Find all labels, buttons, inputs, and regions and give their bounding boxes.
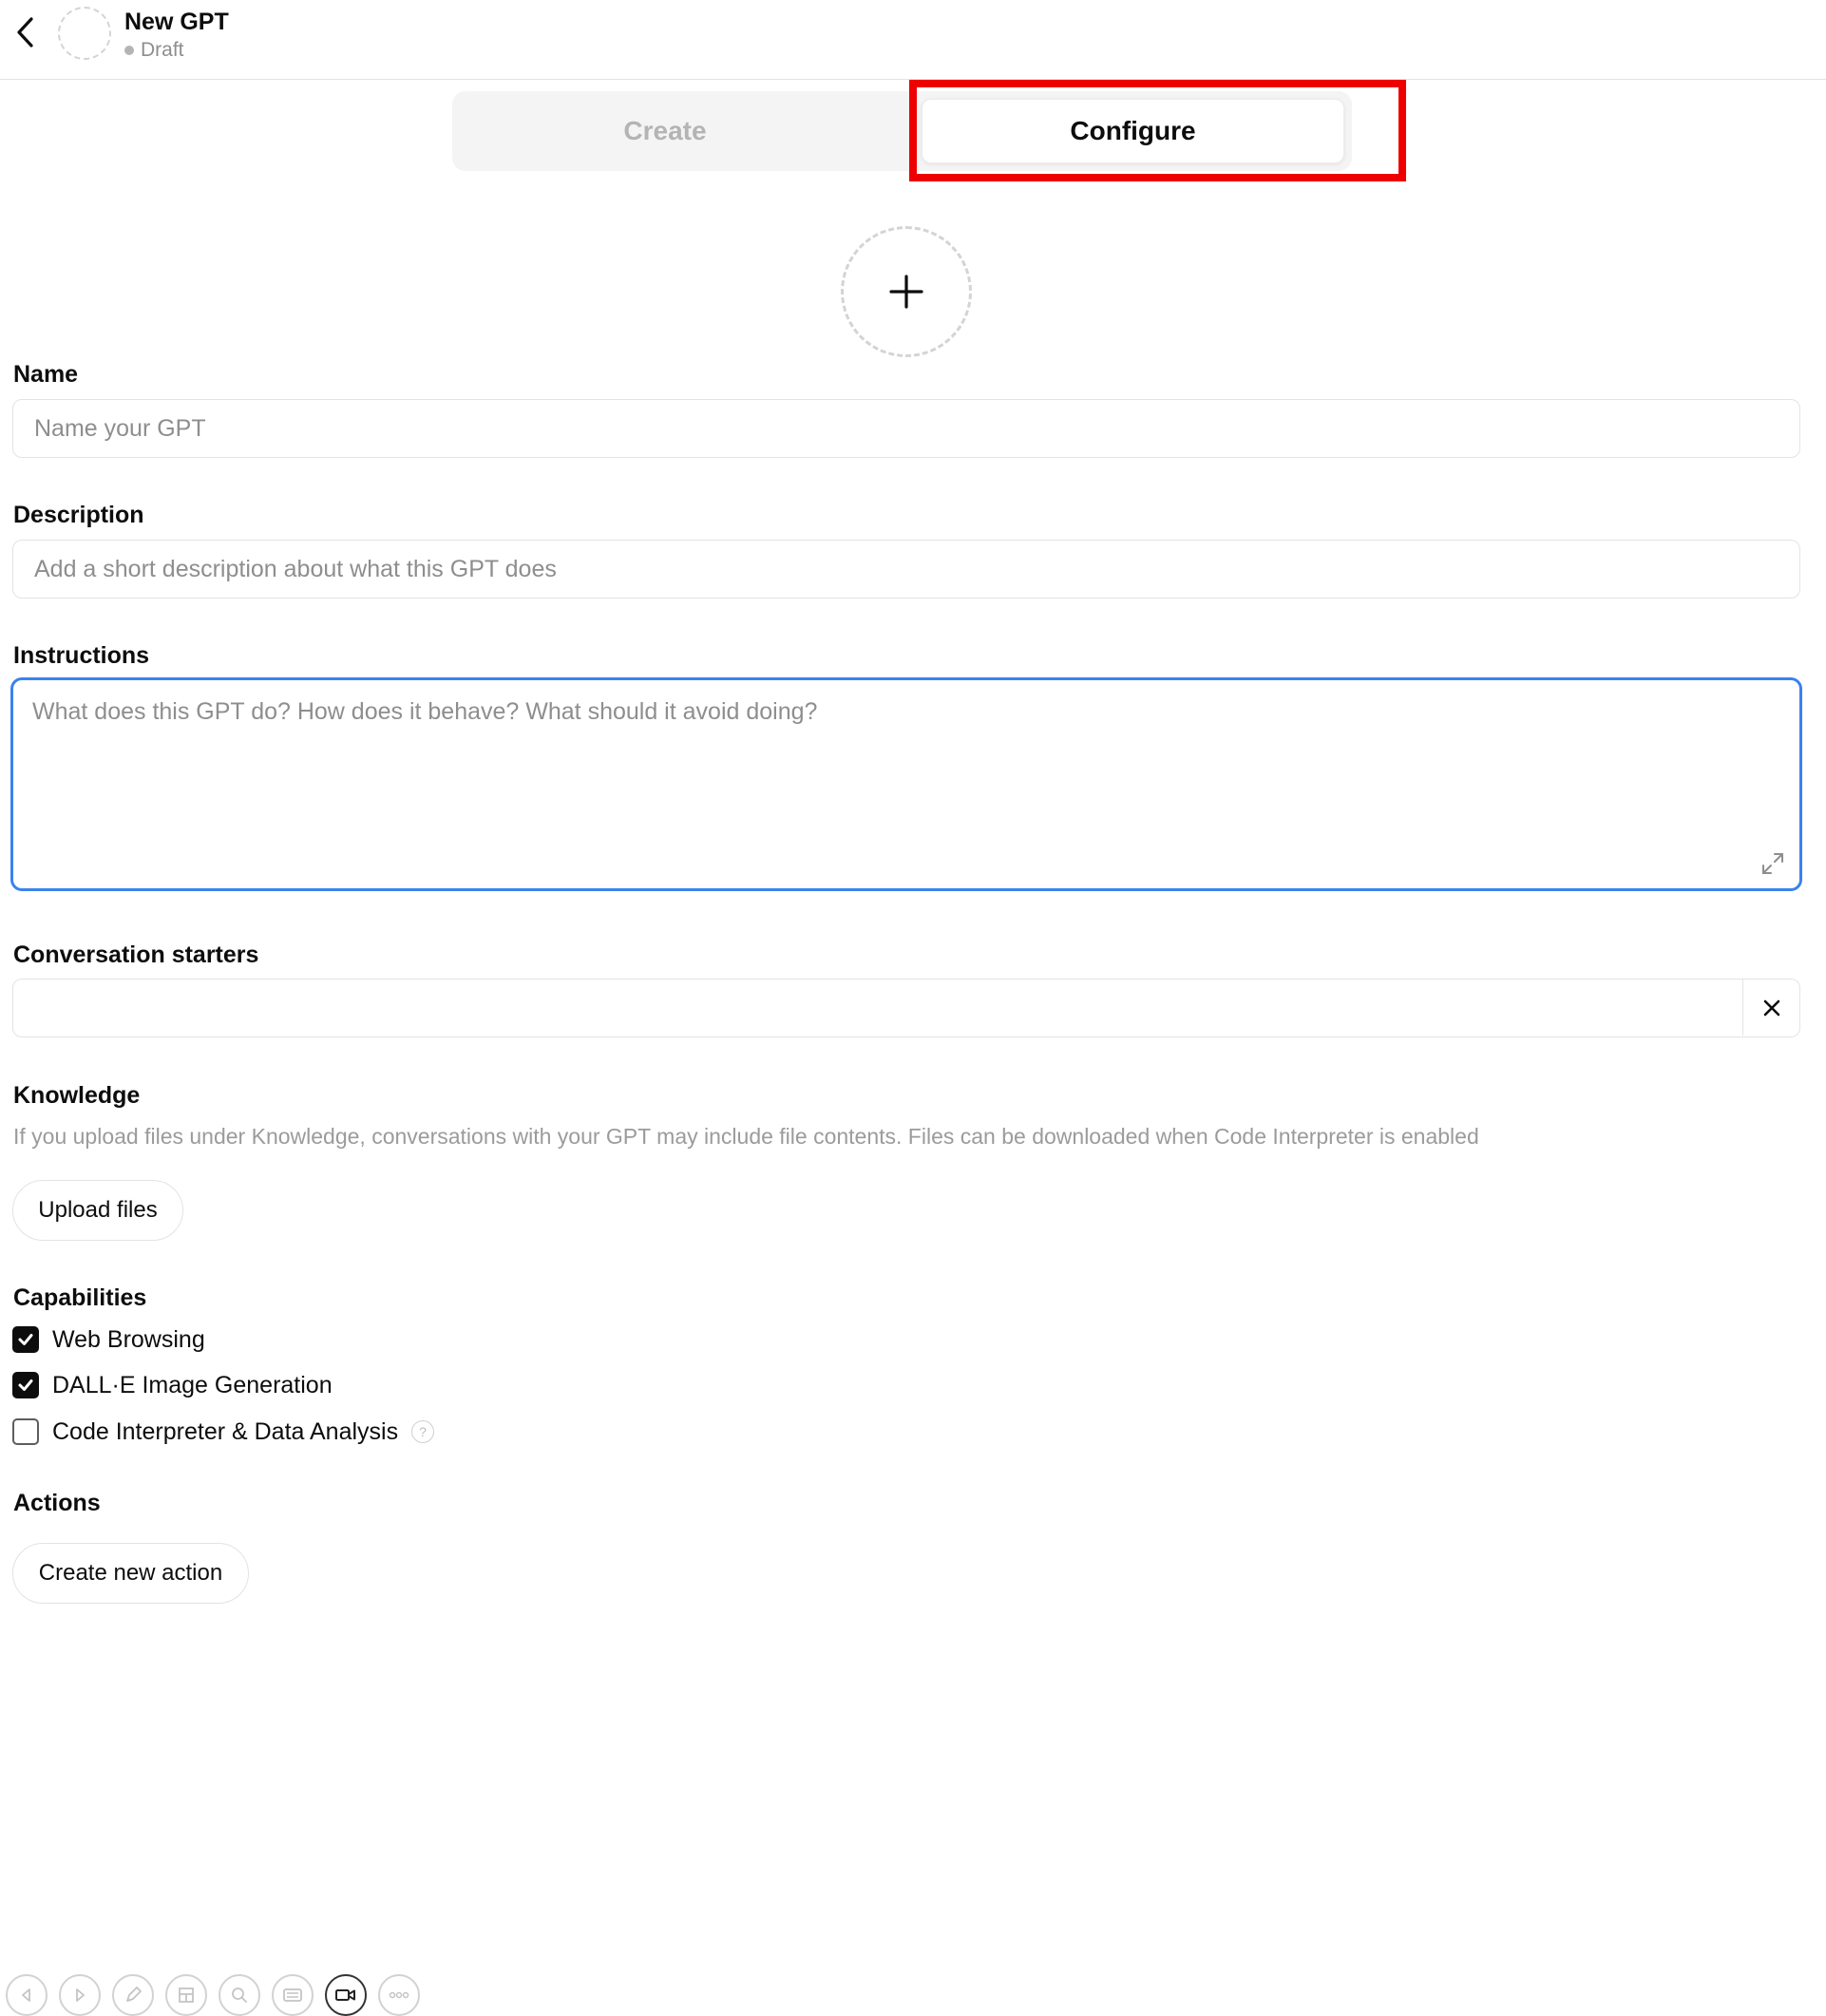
knowledge-label: Knowledge bbox=[13, 1082, 141, 1109]
keyboard-icon[interactable] bbox=[272, 1974, 314, 2016]
code-interpreter-checkbox[interactable] bbox=[12, 1418, 39, 1445]
capabilities-label: Capabilities bbox=[13, 1284, 147, 1311]
back-icon[interactable] bbox=[6, 1974, 48, 2016]
pen-icon[interactable] bbox=[112, 1974, 154, 2016]
tab-configure[interactable]: Configure bbox=[922, 99, 1344, 163]
layout-icon[interactable] bbox=[165, 1974, 207, 2016]
conversation-starter-row bbox=[12, 979, 1800, 1037]
instructions-label: Instructions bbox=[13, 642, 150, 669]
search-icon[interactable] bbox=[219, 1974, 260, 2016]
plus-icon bbox=[889, 275, 923, 309]
status-dot-icon bbox=[124, 46, 134, 55]
actions-label: Actions bbox=[13, 1490, 101, 1516]
forward-icon[interactable] bbox=[59, 1974, 101, 2016]
conversation-starters-label: Conversation starters bbox=[13, 941, 259, 968]
capability-dalle: DALL·E Image Generation bbox=[12, 1369, 333, 1401]
dalle-label: DALL·E Image Generation bbox=[52, 1371, 333, 1398]
gpt-title: New GPT bbox=[124, 9, 229, 35]
capability-web-browsing: Web Browsing bbox=[12, 1323, 205, 1356]
name-label: Name bbox=[13, 361, 79, 388]
capability-code-interpreter: Code Interpreter & Data Analysis ? bbox=[12, 1416, 435, 1448]
mode-tabs: Create Configure bbox=[452, 91, 1352, 171]
description-input[interactable] bbox=[12, 540, 1800, 599]
web-browsing-label: Web Browsing bbox=[52, 1325, 205, 1353]
check-icon bbox=[18, 1379, 33, 1391]
question-mark-icon[interactable]: ? bbox=[411, 1420, 435, 1443]
web-browsing-checkbox[interactable] bbox=[12, 1326, 39, 1353]
description-label: Description bbox=[13, 502, 144, 528]
gpt-avatar bbox=[58, 7, 111, 60]
dalle-checkbox[interactable] bbox=[12, 1372, 39, 1398]
status-label: Draft bbox=[141, 39, 184, 61]
code-interpreter-label: Code Interpreter & Data Analysis bbox=[52, 1417, 399, 1445]
name-input[interactable] bbox=[12, 399, 1800, 458]
instructions-textarea[interactable] bbox=[10, 677, 1802, 891]
back-button[interactable] bbox=[11, 13, 40, 51]
conversation-starter-input[interactable] bbox=[13, 979, 1742, 1036]
check-icon bbox=[18, 1334, 33, 1345]
chevron-left-icon bbox=[17, 17, 33, 48]
knowledge-help-text: If you upload files under Knowledge, con… bbox=[13, 1124, 1479, 1149]
create-new-action-button[interactable]: Create new action bbox=[12, 1543, 249, 1604]
header: New GPT Draft bbox=[0, 0, 1826, 80]
close-icon bbox=[1763, 999, 1779, 1016]
avatar-upload-button[interactable] bbox=[841, 226, 972, 357]
more-icon[interactable] bbox=[378, 1974, 420, 2016]
upload-files-button[interactable]: Upload files bbox=[12, 1180, 183, 1241]
expand-icon[interactable] bbox=[1760, 851, 1785, 876]
draft-status: Draft bbox=[124, 37, 184, 64]
tab-create[interactable]: Create bbox=[460, 99, 870, 163]
video-camera-icon[interactable] bbox=[325, 1974, 367, 2016]
remove-starter-button[interactable] bbox=[1742, 979, 1799, 1036]
